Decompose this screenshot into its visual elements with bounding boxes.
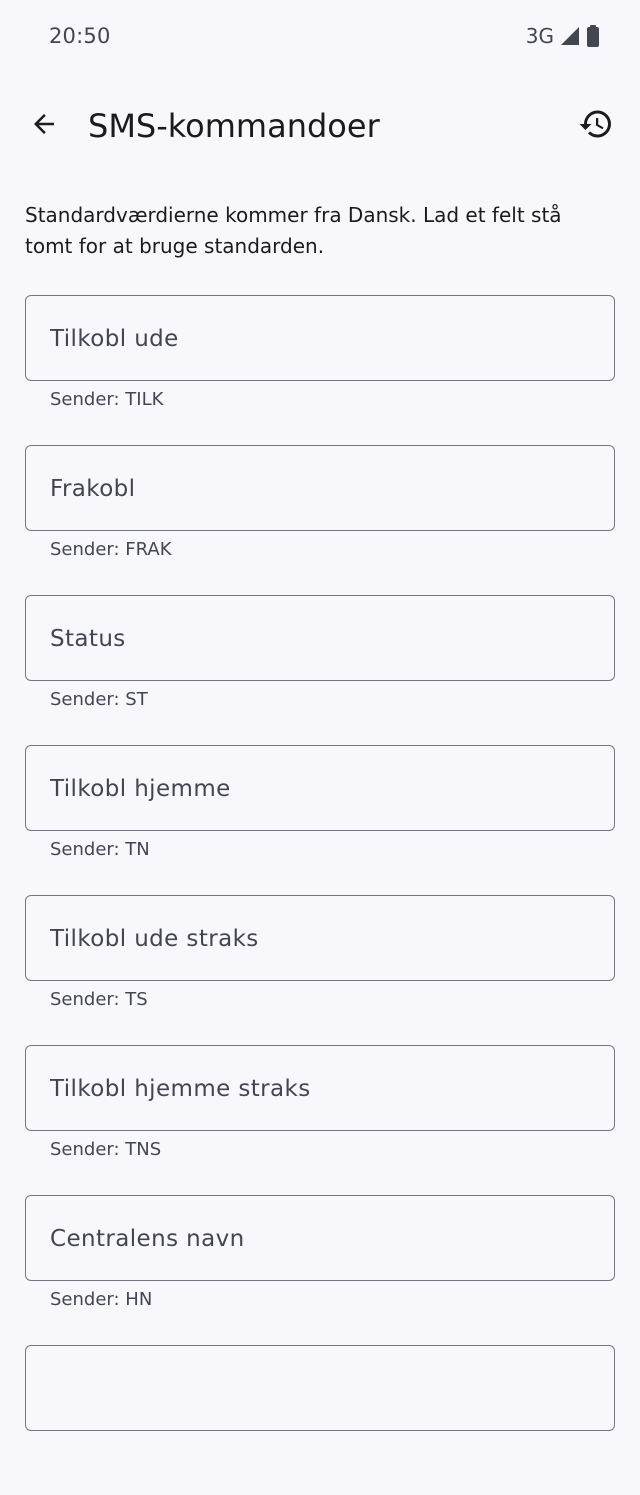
history-icon [578,106,614,146]
text-field[interactable]: Centralens navn [25,1195,615,1281]
field-arm-home-instant: Tilkobl hjemme straks Sender: TNS [25,1045,615,1195]
status-bar: 20:50 3G [0,0,640,76]
signal-icon [560,26,580,46]
text-field[interactable]: Tilkobl hjemme straks [25,1045,615,1131]
status-icons: 3G [526,24,600,48]
arrow-back-icon [29,109,59,143]
page-title: SMS-kommandoer [88,107,380,145]
field-helper-text: Sender: HN [50,1289,153,1310]
field-panel-name: Centralens navn Sender: HN [25,1195,615,1345]
field-helper-text: Sender: TILK [50,389,164,410]
sms-command-fields: Tilkobl ude Sender: TILK Frakobl Sender:… [25,295,615,1495]
field-arm-home: Tilkobl hjemme Sender: TN [25,745,615,895]
text-field[interactable]: Status [25,595,615,681]
field-arm-away-instant: Tilkobl ude straks Sender: TS [25,895,615,1045]
text-field[interactable]: Tilkobl ude [25,295,615,381]
field-label: Frakobl [50,476,136,502]
field-helper-text: Sender: FRAK [50,539,172,560]
field-label: Tilkobl ude straks [50,926,259,952]
field-label: Tilkobl hjemme [50,776,231,802]
field-next [25,1345,615,1495]
field-label: Tilkobl hjemme straks [50,1076,311,1102]
description-text: Standardværdierne kommer fra Dansk. Lad … [25,203,562,258]
battery-icon [586,25,600,47]
field-status: Status Sender: ST [25,595,615,745]
field-arm-away: Tilkobl ude Sender: TILK [25,295,615,445]
back-button[interactable] [20,102,68,150]
field-helper-text: Sender: ST [50,689,148,710]
top-app-bar: SMS-kommandoer [0,86,640,166]
network-type: 3G [525,24,554,48]
field-helper-text: Sender: TN [50,839,150,860]
restore-defaults-button[interactable] [572,102,620,150]
text-field[interactable]: Tilkobl ude straks [25,895,615,981]
text-field[interactable] [25,1345,615,1431]
text-field[interactable]: Frakobl [25,445,615,531]
field-label: Centralens navn [50,1226,245,1252]
status-time: 20:50 [49,24,111,48]
field-label: Tilkobl ude [50,326,179,352]
field-helper-text: Sender: TS [50,989,148,1010]
field-disarm: Frakobl Sender: FRAK [25,445,615,595]
field-label: Status [50,626,126,652]
text-field[interactable]: Tilkobl hjemme [25,745,615,831]
field-helper-text: Sender: TNS [50,1139,162,1160]
